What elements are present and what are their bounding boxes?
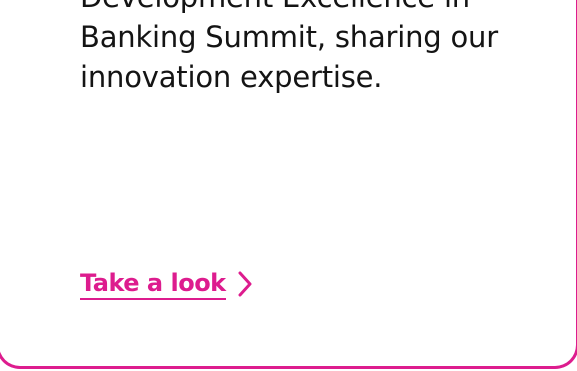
card-description-line: innovation expertise. bbox=[80, 60, 383, 94]
card-description-line: Development Excellence in bbox=[80, 0, 550, 17]
take-a-look-label: Take a look bbox=[80, 268, 226, 300]
card-description: Development Excellence in Banking Summit… bbox=[80, 0, 550, 97]
take-a-look-link[interactable]: Take a look bbox=[80, 266, 252, 302]
chevron-right-icon bbox=[238, 271, 252, 297]
card-description-line: Banking Summit, sharing our bbox=[80, 20, 498, 54]
